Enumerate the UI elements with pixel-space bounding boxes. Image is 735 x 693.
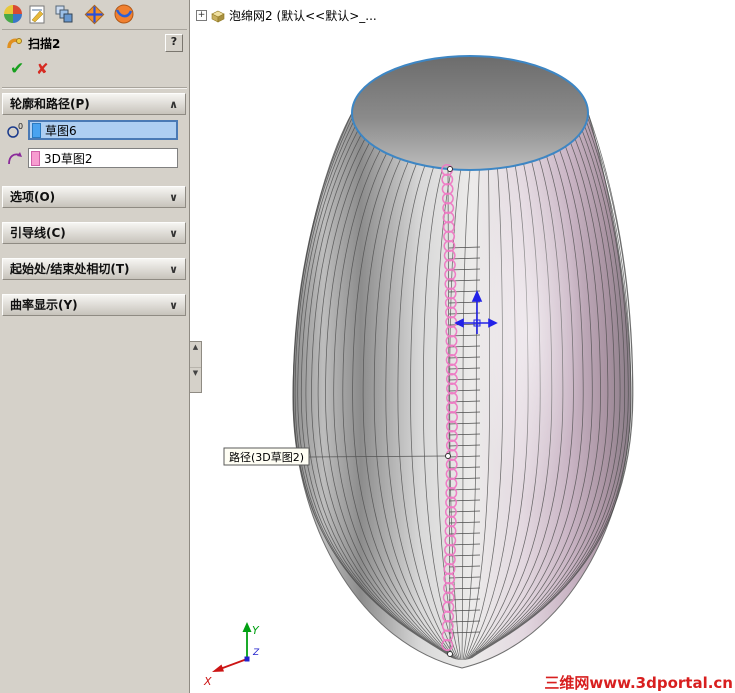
egg-opening[interactable] <box>351 55 589 171</box>
origin-triad: X Y Z <box>203 622 260 688</box>
path-top-vertex[interactable] <box>447 166 453 172</box>
chevron-down-icon[interactable]: ∨ <box>169 260 178 280</box>
profile-value: 草图6 <box>45 123 77 138</box>
svg-text:0: 0 <box>18 122 23 131</box>
panel-actions: ✔ ✘ <box>2 57 187 83</box>
path-swatch <box>31 150 40 166</box>
path-value: 3D草图2 <box>44 151 93 166</box>
group-label: 轮廓和路径(P) <box>10 97 90 111</box>
featuremanager-tab-icon[interactable] <box>4 5 22 23</box>
graphics-area[interactable]: 路径(3D草图2) X Y Z 三维网www.3dportal.cn + 泡绵网… <box>190 0 735 693</box>
path-bottom-vertex[interactable] <box>447 651 453 657</box>
separator <box>2 87 187 89</box>
feature-tree-flyout: + 泡绵网2 (默认<<默认>_... <box>196 7 377 24</box>
panel-scroll-strip: ▲ ▼ <box>189 341 202 393</box>
model-scene[interactable]: 路径(3D草图2) X Y Z 三维网www.3dportal.cn <box>190 0 735 693</box>
tree-item-label[interactable]: 泡绵网2 (默认<<默认>_... <box>229 7 377 24</box>
chevron-down-icon[interactable]: ∨ <box>169 296 178 316</box>
cancel-button[interactable]: ✘ <box>36 60 49 78</box>
group-guide-curves[interactable]: 引导线(C) ∨ <box>2 222 186 244</box>
solidworks-window: 路径(3D草图2) X Y Z 三维网www.3dportal.cn + 泡绵网… <box>0 0 735 693</box>
path-point-marker[interactable] <box>445 453 451 459</box>
scroll-down-button[interactable]: ▼ <box>190 368 201 393</box>
group-label: 引导线(C) <box>10 226 66 240</box>
profile-swatch <box>32 122 41 138</box>
configurationmanager-tab-icon[interactable] <box>55 5 73 23</box>
group-tangency[interactable]: 起始处/结束处相切(T) ∨ <box>2 258 186 280</box>
highlight <box>475 160 585 500</box>
callout-text: 路径(3D草图2) <box>229 451 304 464</box>
path-icon <box>8 152 22 165</box>
dimxpertmanager-tab-icon[interactable] <box>84 4 105 25</box>
ok-button[interactable]: ✔ <box>10 59 24 79</box>
panel-title-bar: 扫描2 ? <box>2 31 187 55</box>
chevron-down-icon[interactable]: ∨ <box>169 188 178 208</box>
profile-icon: 0 <box>7 122 23 138</box>
group-options[interactable]: 选项(O) ∨ <box>2 186 186 208</box>
panel-title: 扫描2 <box>28 36 61 51</box>
chevron-up-icon[interactable]: ∧ <box>169 95 178 115</box>
triad-y-label: Y <box>252 624 260 637</box>
property-manager-panel: 扫描2 ? ✔ ✘ 轮廓和路径(P) ∧ 0 草图6 3D草图2 选项(O) ∨… <box>0 0 190 693</box>
group-label: 曲率显示(Y) <box>10 298 78 312</box>
profile-row: 0 草图6 <box>2 119 186 143</box>
part-icon <box>211 10 225 22</box>
profile-input[interactable]: 草图6 <box>28 120 178 140</box>
help-button[interactable]: ? <box>165 34 183 52</box>
triad-z-label: Z <box>252 648 260 658</box>
path-input[interactable]: 3D草图2 <box>28 148 178 168</box>
group-curvature[interactable]: 曲率显示(Y) ∨ <box>2 294 186 316</box>
tree-expand-icon[interactable]: + <box>196 10 207 21</box>
triad-x-label: X <box>203 675 212 688</box>
chevron-down-icon[interactable]: ∨ <box>169 224 178 244</box>
panel-tab-bar <box>2 2 187 30</box>
group-profile-path[interactable]: 轮廓和路径(P) ∧ <box>2 93 186 115</box>
watermark: 三维网www.3dportal.cn <box>544 674 733 692</box>
group-label: 起始处/结束处相切(T) <box>10 262 130 276</box>
propertymanager-tab-icon[interactable] <box>29 5 45 24</box>
sweep-icon <box>7 37 22 48</box>
group-label: 选项(O) <box>10 190 56 204</box>
displaymanager-tab-icon[interactable] <box>114 4 134 24</box>
path-row: 3D草图2 <box>2 147 186 171</box>
scroll-up-button[interactable]: ▲ <box>190 342 201 368</box>
